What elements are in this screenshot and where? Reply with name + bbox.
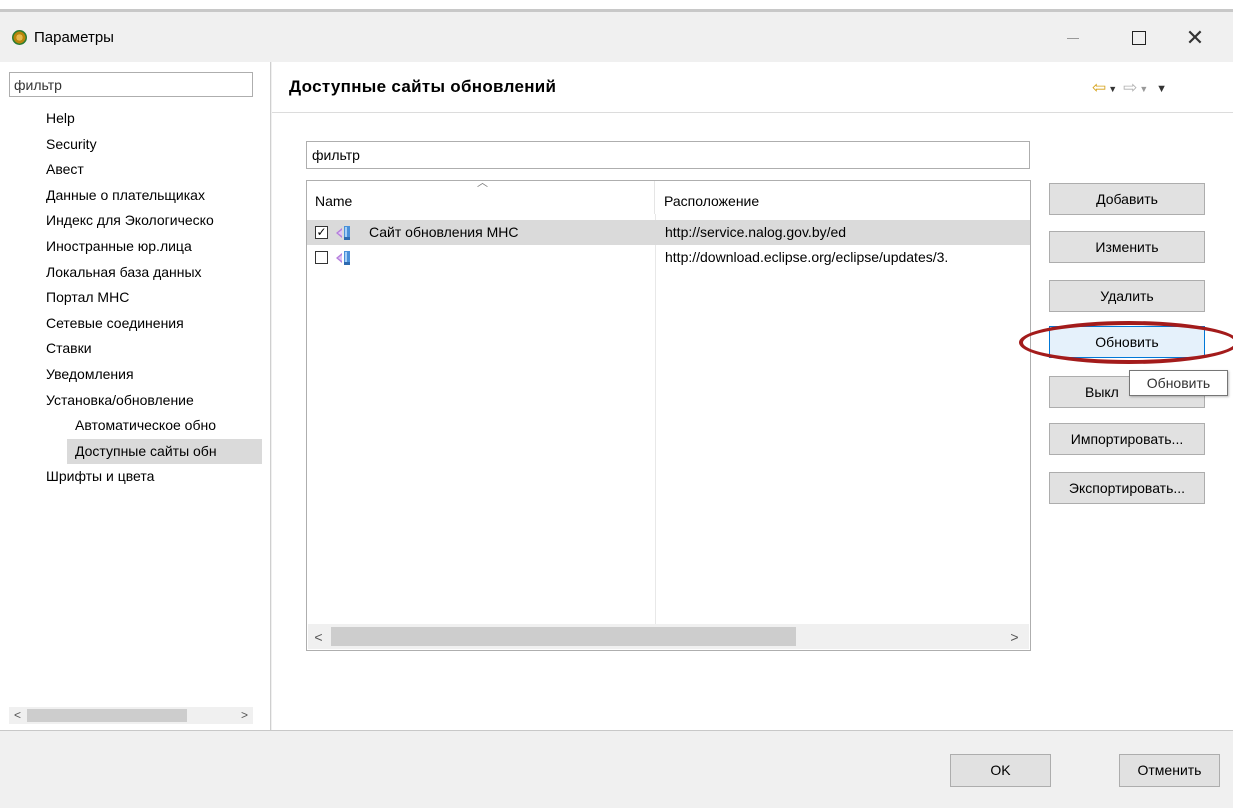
tree-item[interactable]: Шрифты и цвета [46, 464, 254, 489]
column-divider [655, 214, 656, 624]
tree-item[interactable]: Индекс для Экологическо [46, 208, 254, 233]
page-navigation: ⇦ ▼ ⇨ ▼ ▼ [1092, 78, 1169, 98]
annotation-highlight-ellipse [1019, 321, 1233, 364]
column-header-name[interactable]: Name ︿ [307, 181, 655, 214]
update-site-icon [336, 226, 350, 240]
scroll-left-icon[interactable]: < [310, 628, 327, 647]
footer-divider [0, 730, 1233, 731]
title-bar [0, 15, 1233, 60]
remove-button[interactable]: Удалить [1049, 280, 1205, 312]
minimize-icon [1067, 37, 1079, 39]
cancel-button[interactable]: Отменить [1119, 754, 1220, 787]
title-divider [272, 112, 1233, 113]
scroll-right-icon[interactable]: > [1006, 628, 1023, 647]
forward-arrow-icon[interactable]: ⇨ [1123, 78, 1137, 97]
update-sites-table: Name ︿ Расположение ✓ Сайт обновления МНС… [306, 180, 1031, 651]
tree-item[interactable]: Установка/обновление [46, 388, 254, 413]
table-row[interactable]: http://download.eclipse.org/eclipse/upda… [307, 245, 1030, 270]
close-button[interactable]: ✕ [1172, 20, 1218, 56]
update-site-icon [336, 251, 350, 265]
sites-filter-input[interactable] [306, 141, 1030, 169]
scrollbar-thumb[interactable] [331, 627, 796, 646]
app-logo-icon [12, 30, 27, 45]
tree-item[interactable]: Авест [46, 157, 254, 182]
site-location: http://download.eclipse.org/eclipse/upda… [665, 249, 949, 265]
sort-ascending-icon: ︿ [477, 180, 488, 189]
tree-item[interactable]: Локальная база данных [46, 260, 254, 285]
table-horizontal-scrollbar[interactable]: < > [308, 624, 1029, 649]
import-button[interactable]: Импортировать... [1049, 423, 1205, 455]
tree-item[interactable]: Security [46, 132, 254, 157]
tree-item[interactable]: Уведомления [46, 362, 254, 387]
edit-button[interactable]: Изменить [1049, 231, 1205, 263]
tree-item[interactable]: Сетевые соединения [46, 311, 254, 336]
tooltip: Обновить [1129, 370, 1228, 396]
ok-button[interactable]: OK [950, 754, 1051, 787]
site-location: http://service.nalog.gov.by/ed [665, 224, 847, 240]
scroll-right-icon[interactable]: > [236, 707, 253, 724]
tree-item[interactable]: Ставки [46, 336, 254, 361]
tree-horizontal-scrollbar[interactable]: < > [9, 707, 253, 724]
forward-menu-chevron-icon[interactable]: ▼ [1139, 84, 1148, 94]
tree-item[interactable]: Данные о плательщиках [46, 183, 254, 208]
tree-item[interactable]: Портал МНС [46, 285, 254, 310]
view-menu-chevron-icon[interactable]: ▼ [1156, 83, 1167, 95]
page-title: Доступные сайты обновлений [289, 77, 557, 96]
tree-item[interactable]: Help [46, 106, 254, 131]
minimize-button[interactable] [1050, 20, 1096, 56]
window-title: Параметры [34, 29, 114, 46]
scroll-left-icon[interactable]: < [9, 707, 26, 724]
tree-item[interactable]: Иностранные юр.лица [46, 234, 254, 259]
close-icon: ✕ [1185, 25, 1205, 50]
scrollbar-thumb[interactable] [27, 709, 187, 722]
tree-item[interactable]: Автоматическое обно [75, 413, 254, 438]
tree-item[interactable]: Доступные сайты обн [67, 438, 262, 464]
add-button[interactable]: Добавить [1049, 183, 1205, 215]
column-header-location[interactable]: Расположение [656, 181, 1030, 214]
top-edge [0, 0, 1233, 12]
back-arrow-icon[interactable]: ⇦ [1092, 78, 1106, 97]
table-row[interactable]: ✓ Сайт обновления МНС http://service.nalog… [307, 220, 1030, 245]
checkbox-unchecked[interactable] [315, 251, 328, 264]
maximize-button[interactable] [1116, 20, 1162, 56]
checkbox-checked[interactable]: ✓ [315, 226, 328, 239]
maximize-icon [1132, 31, 1146, 45]
site-name: Сайт обновления МНС [369, 224, 519, 240]
back-menu-chevron-icon[interactable]: ▼ [1108, 84, 1117, 94]
export-button[interactable]: Экспортировать... [1049, 472, 1205, 504]
tree-filter-input[interactable] [9, 72, 253, 97]
